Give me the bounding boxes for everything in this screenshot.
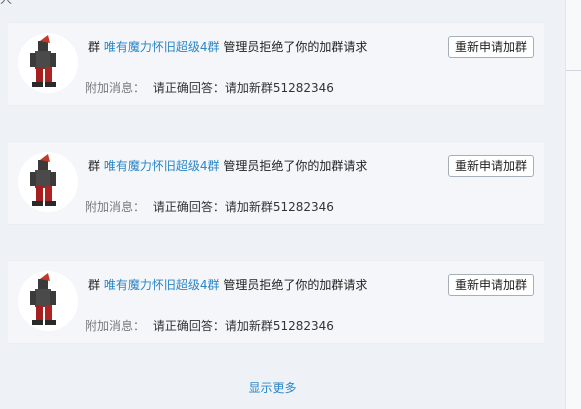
- request-message: 管理员拒绝了你的加群请求: [223, 40, 368, 54]
- request-message: 管理员拒绝了你的加群请求: [223, 278, 368, 292]
- extra-message-value: 请正确回答：请加新群51282346: [152, 81, 334, 95]
- request-text: 群 唯有魔力怀旧超级4群 管理员拒绝了你的加群请求: [88, 276, 367, 293]
- extra-message-label: 附加消息：: [85, 81, 146, 95]
- character-avatar-icon: [30, 154, 56, 206]
- avatar[interactable]: [18, 33, 78, 93]
- prefix-label: 群: [88, 278, 101, 292]
- extra-message-value: 请正确回答：请加新群51282346: [152, 319, 334, 333]
- extra-message: 附加消息： 请正确回答：请加新群51282346: [85, 198, 334, 215]
- reapply-button[interactable]: 重新申请加群: [447, 274, 534, 296]
- group-name-link[interactable]: 唯有魔力怀旧超级4群: [104, 40, 220, 54]
- reapply-button[interactable]: 重新申请加群: [447, 36, 534, 58]
- notification-list: 群 唯有魔力怀旧超级4群 管理员拒绝了你的加群请求 附加消息： 请正确回答：请加…: [0, 0, 565, 409]
- group-name-link[interactable]: 唯有魔力怀旧超级4群: [104, 278, 220, 292]
- group-request-card: 群 唯有魔力怀旧超级4群 管理员拒绝了你的加群请求 附加消息： 请正确回答：请加…: [8, 22, 544, 106]
- request-message: 管理员拒绝了你的加群请求: [223, 159, 368, 173]
- right-scroll-area[interactable]: [565, 0, 581, 409]
- group-name-link[interactable]: 唯有魔力怀旧超级4群: [104, 159, 220, 173]
- prefix-label: 群: [88, 40, 101, 54]
- reapply-button[interactable]: 重新申请加群: [447, 155, 534, 177]
- prefix-label: 群: [88, 159, 101, 173]
- request-text: 群 唯有魔力怀旧超级4群 管理员拒绝了你的加群请求: [88, 38, 367, 55]
- group-request-card: 群 唯有魔力怀旧超级4群 管理员拒绝了你的加群请求 附加消息： 请正确回答：请加…: [8, 260, 544, 344]
- extra-message: 附加消息： 请正确回答：请加新群51282346: [85, 79, 334, 96]
- avatar[interactable]: [18, 271, 78, 331]
- request-text: 群 唯有魔力怀旧超级4群 管理员拒绝了你的加群请求: [88, 157, 367, 174]
- group-request-card: 群 唯有魔力怀旧超级4群 管理员拒绝了你的加群请求 附加消息： 请正确回答：请加…: [8, 141, 544, 225]
- extra-message-value: 请正确回答：请加新群51282346: [152, 200, 334, 214]
- character-avatar-icon: [30, 35, 56, 87]
- character-avatar-icon: [30, 273, 56, 325]
- extra-message: 附加消息： 请正确回答：请加新群51282346: [85, 317, 334, 334]
- extra-message-label: 附加消息：: [85, 319, 146, 333]
- avatar[interactable]: [18, 152, 78, 212]
- show-more-link[interactable]: 显示更多: [0, 379, 545, 396]
- extra-message-label: 附加消息：: [85, 200, 146, 214]
- divider: [566, 70, 581, 71]
